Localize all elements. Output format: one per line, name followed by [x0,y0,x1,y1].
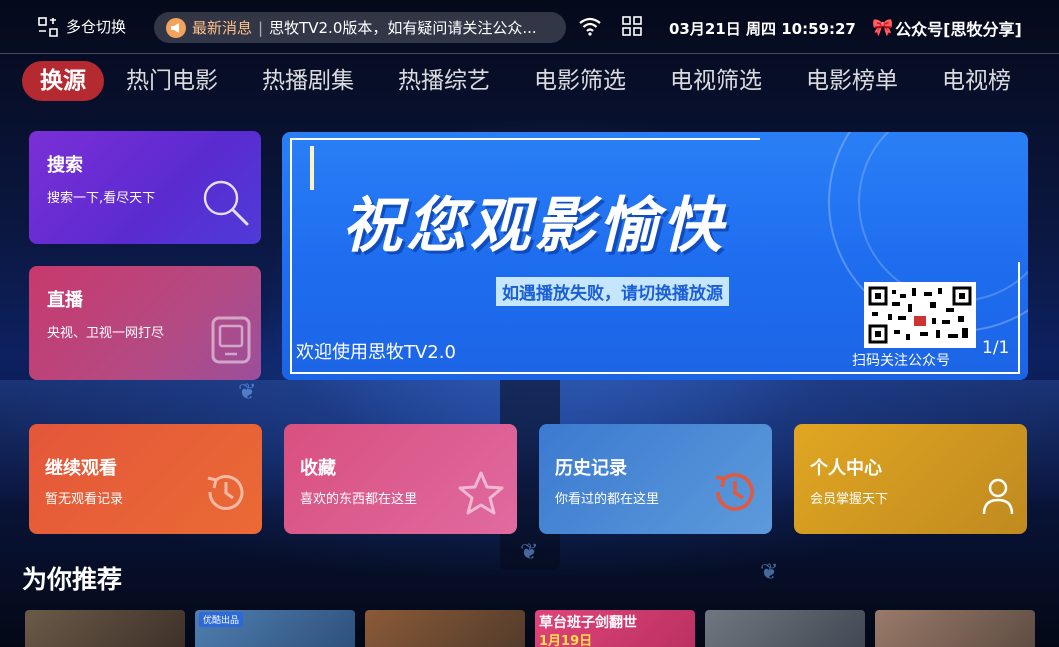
star-icon [457,470,505,520]
news-tag: 最新消息 [192,19,253,37]
live-card-title: 直播 [47,290,83,311]
poster-title: 草台班子剑翻世 [539,615,637,631]
gift-bow-icon: 🎀 [872,18,894,38]
live-card[interactable]: 直播 央视、卫视一网打尽 [29,266,261,380]
category-tabs: 换源 热门电影 热播剧集 热播综艺 电影筛选 电视筛选 电影榜单 电视榜 [22,60,1059,102]
warehouse-switch-label: 多仓切换 [66,18,127,36]
search-card[interactable]: 搜索 搜索一下,看尽天下 [29,131,261,244]
tab-tv-filter[interactable]: 电视筛选 [648,61,784,101]
search-card-title: 搜索 [47,155,83,176]
app-grid-icon[interactable] [622,16,642,40]
banner-notice: 如遇播放失败，请切换播放源 [496,277,729,306]
tv-icon [211,316,251,368]
news-ticker[interactable]: 最新消息 | 思牧TV2.0版本，如有疑问请关注公众... [154,12,566,43]
tab-hot-movies[interactable]: 热门电影 [104,61,240,101]
poster-card[interactable]: 草台班子剑翻世 1月19日 [535,610,695,647]
promo-banner[interactable]: 祝您观影愉快 如遇播放失败，请切换播放源 扫码关注公众号 欢迎使用思牧TV2.0… [282,132,1028,380]
clock: 03月21日 周四 10:59:27 [669,20,856,38]
history-icon [710,466,760,520]
banner-accent-bar [310,146,314,190]
poster-tag: 优酷出品 [199,612,244,627]
banner-frame-line [290,138,760,140]
banner-pager: 1/1 [982,338,1010,358]
recommend-poster-row: 优酷出品 草台班子剑翻世 1月19日 [25,610,1035,647]
tab-movie-ranking[interactable]: 电影榜单 [784,61,920,101]
news-text: 思牧TV2.0版本，如有疑问请关注公众... [269,19,537,37]
tab-hot-variety[interactable]: 热播综艺 [376,61,512,101]
butterfly-decoration: ❦ [760,560,779,585]
banner-frame-line [1018,262,1020,372]
banner-headline: 祝您观影愉快 [342,191,726,261]
butterfly-decoration: ❦ [520,540,539,565]
poster-card[interactable] [365,610,525,647]
poster-card[interactable]: 优酷出品 [195,610,355,647]
qr-code [864,282,976,348]
tab-hot-series[interactable]: 热播剧集 [240,61,376,101]
brand-text: 公众号[思牧分享] [895,20,1022,39]
clock-icon [202,468,250,520]
banner-frame-line [290,138,292,374]
warehouse-switch-button[interactable]: 多仓切换 [38,16,126,37]
brand-label: 🎀 公众号[思牧分享] [872,16,1022,40]
history-card[interactable]: 历史记录 你看过的都在这里 [539,424,772,534]
poster-card[interactable] [705,610,865,647]
poster-card[interactable] [25,610,185,647]
qr-caption: 扫码关注公众号 [852,353,950,369]
wifi-icon [578,16,602,40]
search-icon [199,176,251,232]
favorites-card[interactable]: 收藏 喜欢的东西都在这里 [284,424,517,534]
status-bar: 多仓切换 最新消息 | 思牧TV2.0版本，如有疑问请关注公众... 03月21… [0,0,1059,54]
megaphone-icon [166,17,186,38]
continue-watching-card[interactable]: 继续观看 暂无观看记录 [29,424,262,534]
user-icon [981,476,1015,520]
banner-welcome: 欢迎使用思牧TV2.0 [296,342,456,363]
tab-movie-filter[interactable]: 电影筛选 [512,61,648,101]
butterfly-decoration: ❦ [238,380,257,405]
poster-card[interactable] [875,610,1035,647]
tab-tv-ranking[interactable]: 电视榜 [920,61,1033,101]
user-center-card[interactable]: 个人中心 会员掌握天下 [794,424,1027,534]
switch-icon [38,16,58,37]
news-separator: | [258,18,264,37]
poster-date: 1月19日 [539,634,593,647]
recommend-section-title: 为你推荐 [22,565,123,594]
tab-source[interactable]: 换源 [22,61,104,101]
banner-frame-line [290,372,1020,374]
